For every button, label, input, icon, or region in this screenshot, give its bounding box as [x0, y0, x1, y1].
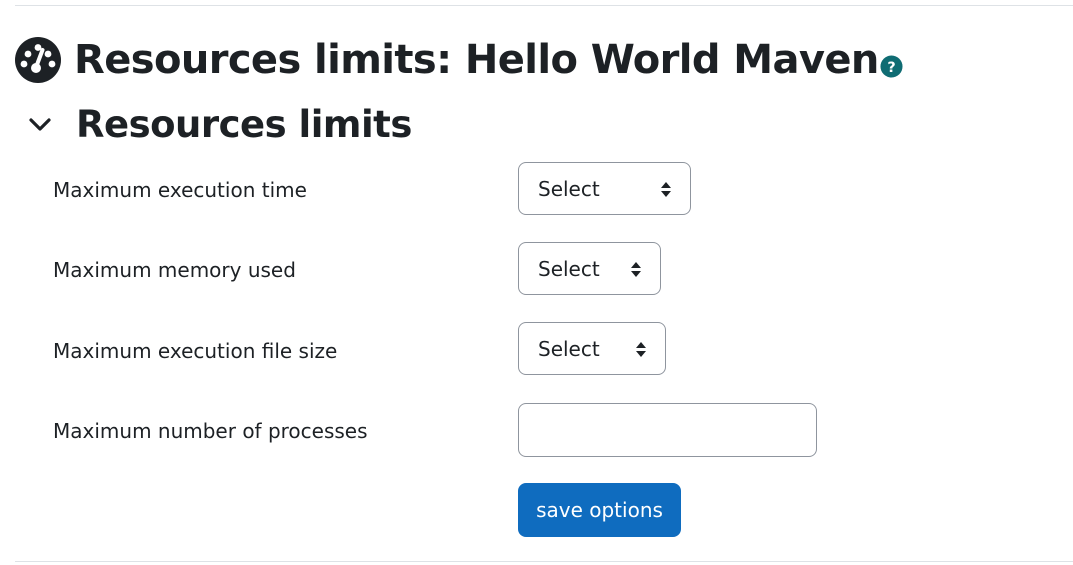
select-value: Select [538, 257, 600, 281]
sort-updown-icon [631, 262, 641, 277]
section-toggle[interactable]: Resources limits [26, 100, 412, 150]
execution-time-select[interactable]: Select [518, 162, 691, 215]
section-title: Resources limits [76, 103, 412, 146]
execution-file-size-select[interactable]: Select [518, 322, 666, 375]
svg-text:?: ? [887, 59, 895, 75]
save-options-button[interactable]: save options [518, 483, 681, 537]
select-value: Select [538, 177, 600, 201]
top-divider [15, 5, 1073, 6]
field-label: Maximum number of processes [53, 419, 368, 443]
field-label: Maximum memory used [53, 258, 296, 282]
page-title: Resources limits: Hello World Maven [74, 37, 879, 83]
select-value: Select [538, 337, 600, 361]
page: Resources limits: Hello World Maven ? Re… [0, 0, 1073, 565]
sort-updown-icon [661, 182, 671, 197]
field-label: Maximum execution file size [53, 339, 338, 363]
number-of-processes-input[interactable] [518, 403, 817, 457]
field-label: Maximum execution time [53, 178, 307, 202]
help-icon[interactable]: ? [880, 54, 903, 78]
dashboard-gauge-icon [15, 37, 61, 83]
page-header: Resources limits: Hello World Maven ? [14, 34, 903, 86]
bottom-divider [15, 561, 1073, 562]
chevron-down-icon [29, 118, 51, 131]
memory-used-select[interactable]: Select [518, 242, 661, 295]
sort-updown-icon [636, 342, 646, 357]
